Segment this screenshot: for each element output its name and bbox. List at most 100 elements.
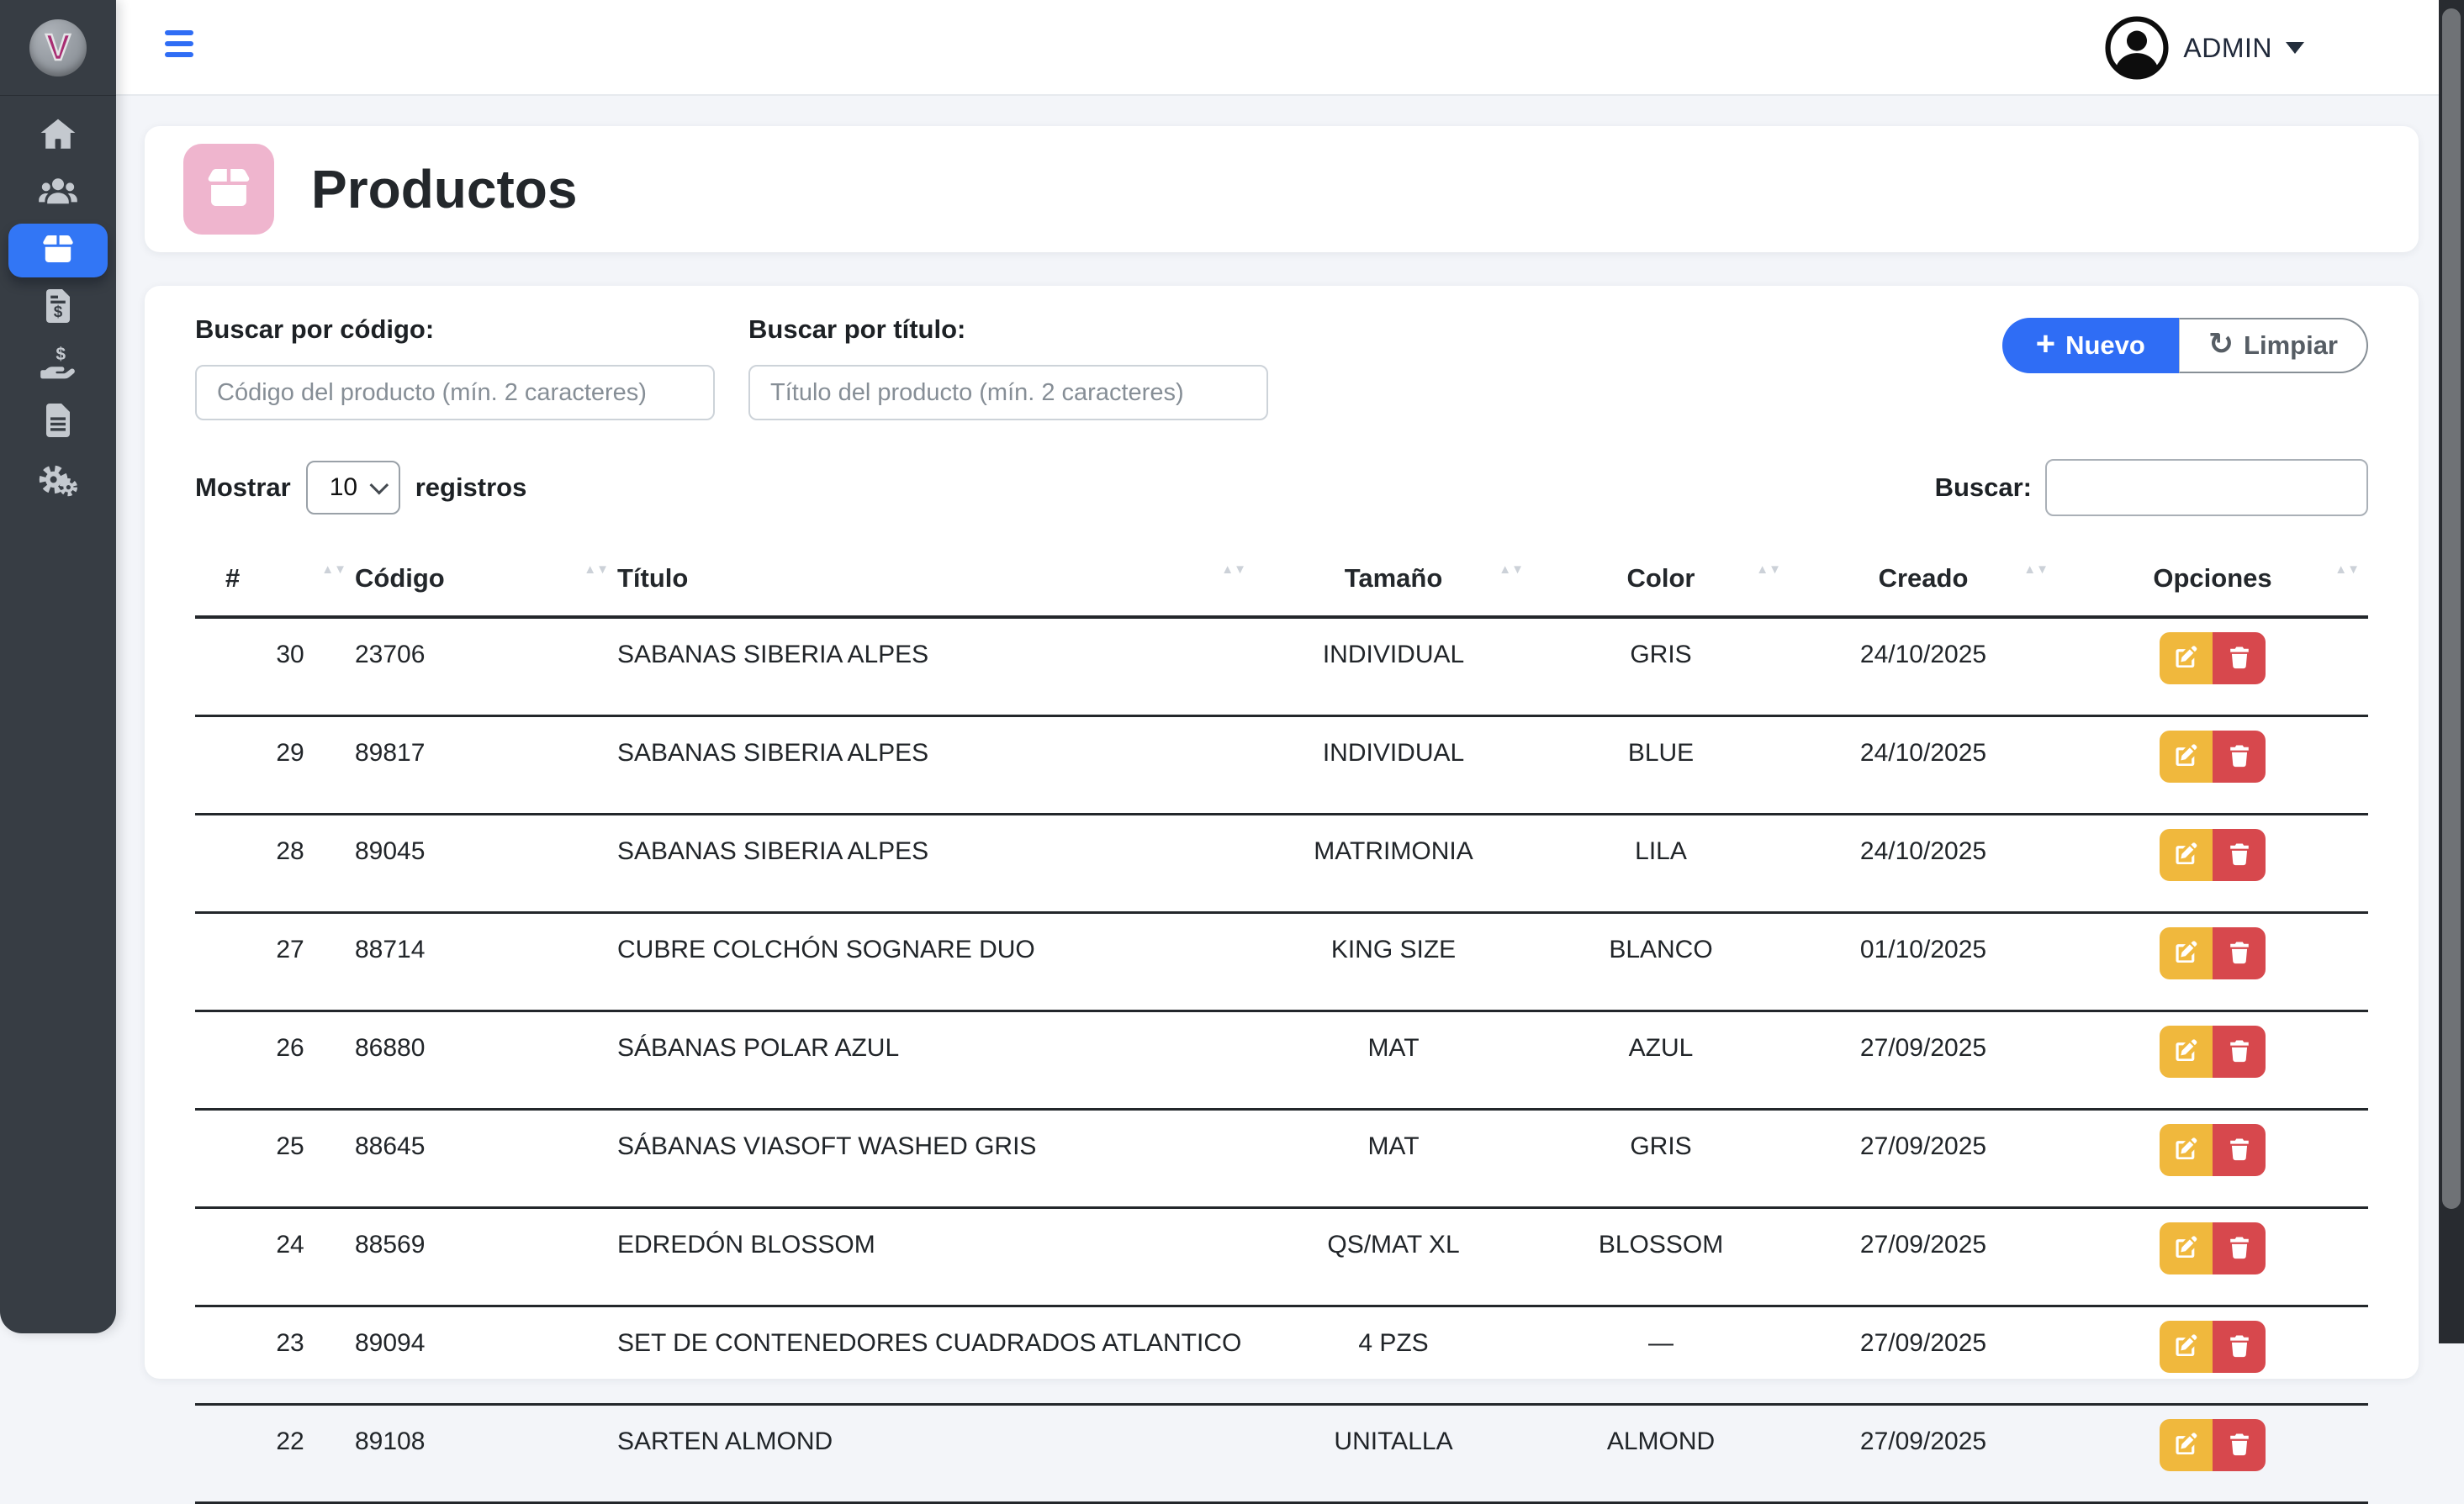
- sort-icon[interactable]: ▲▼: [1499, 565, 1524, 575]
- edit-button[interactable]: [2160, 1026, 2213, 1078]
- cell-color: GRIS: [1532, 617, 1790, 716]
- title-filter-input[interactable]: [748, 365, 1268, 420]
- edit-button[interactable]: [2160, 1419, 2213, 1471]
- code-filter: Buscar por código:: [195, 314, 715, 420]
- sort-icon[interactable]: ▲▼: [1756, 565, 1781, 575]
- delete-button[interactable]: [2213, 1419, 2266, 1471]
- svg-text:$: $: [56, 345, 66, 364]
- cell-code: 89094: [355, 1306, 617, 1405]
- trash-icon: [2226, 1037, 2253, 1067]
- sort-icon[interactable]: ▲▼: [2334, 565, 2360, 575]
- sidebar-item-documents[interactable]: [8, 395, 108, 449]
- cell-code: 89045: [355, 815, 617, 913]
- home-icon: [38, 114, 78, 159]
- delete-button[interactable]: [2213, 632, 2266, 684]
- sidebar-item-sales[interactable]: $: [8, 338, 108, 392]
- title-filter-label: Buscar por título:: [748, 314, 1268, 345]
- trash-icon: [2226, 1136, 2253, 1165]
- edit-button[interactable]: [2160, 829, 2213, 881]
- edit-button[interactable]: [2160, 927, 2213, 979]
- cell-options: [2057, 1110, 2368, 1208]
- sort-icon[interactable]: ▲▼: [1221, 565, 1246, 575]
- svg-text:$: $: [54, 303, 63, 320]
- show-label: Mostrar: [195, 472, 291, 503]
- edit-icon: [2173, 1136, 2200, 1165]
- list-controls: Mostrar 10 registros Buscar:: [195, 459, 2368, 516]
- user-name: ADMIN: [2183, 33, 2272, 64]
- hamburger-menu-icon[interactable]: [165, 30, 193, 57]
- products-table: #▲▼ Código▲▼ Título▲▼ Tamaño▲▼ Color▲▼ C…: [195, 548, 2368, 1504]
- page-scrollbar[interactable]: [2439, 0, 2464, 1343]
- edit-button[interactable]: [2160, 632, 2213, 684]
- sidebar-item-products[interactable]: [8, 224, 108, 277]
- delete-button[interactable]: [2213, 927, 2266, 979]
- cell-created: 27/09/2025: [1790, 1110, 2057, 1208]
- logo-letter: V: [45, 29, 70, 66]
- cell-num: 22: [195, 1405, 355, 1503]
- user-menu[interactable]: ADMIN: [2104, 0, 2304, 96]
- sidebar-item-home[interactable]: [8, 109, 108, 163]
- table-row: 24 88569 EDREDÓN BLOSSOM QS/MAT XL BLOSS…: [195, 1208, 2368, 1306]
- cell-title: SÁBANAS POLAR AZUL: [617, 1011, 1255, 1110]
- col-header-color[interactable]: Color▲▼: [1532, 548, 1790, 617]
- col-header-num[interactable]: #▲▼: [195, 548, 355, 617]
- table-search-input[interactable]: [2045, 459, 2368, 516]
- cell-num: 24: [195, 1208, 355, 1306]
- clear-filters-button[interactable]: ↻ Limpiar: [2179, 318, 2368, 373]
- users-icon: [38, 172, 78, 216]
- invoice-dollar-icon: $: [38, 286, 78, 330]
- cell-options: [2057, 1208, 2368, 1306]
- cell-options: [2057, 716, 2368, 815]
- sidebar-nav: $ $: [0, 96, 116, 509]
- edit-icon: [2173, 1234, 2200, 1264]
- cell-color: BLANCO: [1532, 913, 1790, 1011]
- user-avatar-icon: [2104, 15, 2170, 81]
- cell-options: [2057, 1405, 2368, 1503]
- edit-button[interactable]: [2160, 731, 2213, 783]
- edit-button[interactable]: [2160, 1124, 2213, 1176]
- page-size-value: 10: [330, 473, 357, 502]
- delete-button[interactable]: [2213, 829, 2266, 881]
- delete-button[interactable]: [2213, 1026, 2266, 1078]
- cell-color: BLOSSOM: [1532, 1208, 1790, 1306]
- col-header-options[interactable]: Opciones▲▼: [2057, 548, 2368, 617]
- app-logo[interactable]: V: [0, 0, 116, 96]
- cell-title: SARTEN ALMOND: [617, 1405, 1255, 1503]
- cell-size: UNITALLA: [1255, 1405, 1532, 1503]
- edit-icon: [2173, 1332, 2200, 1362]
- sidebar-item-invoices[interactable]: $: [8, 281, 108, 335]
- table-search: Buscar:: [1935, 459, 2368, 516]
- cell-num: 30: [195, 617, 355, 716]
- delete-button[interactable]: [2213, 1124, 2266, 1176]
- sort-icon[interactable]: ▲▼: [2023, 565, 2049, 575]
- page-header-card: Productos: [145, 126, 2419, 252]
- sort-icon[interactable]: ▲▼: [321, 565, 346, 575]
- edit-button[interactable]: [2160, 1222, 2213, 1274]
- edit-button[interactable]: [2160, 1321, 2213, 1373]
- cell-color: GRIS: [1532, 1110, 1790, 1208]
- chevron-down-icon: [2286, 42, 2304, 54]
- cell-created: 01/10/2025: [1790, 913, 2057, 1011]
- delete-button[interactable]: [2213, 1321, 2266, 1373]
- col-header-size[interactable]: Tamaño▲▼: [1255, 548, 1532, 617]
- delete-button[interactable]: [2213, 731, 2266, 783]
- table-row: 22 89108 SARTEN ALMOND UNITALLA ALMOND 2…: [195, 1405, 2368, 1503]
- delete-button[interactable]: [2213, 1222, 2266, 1274]
- sidebar-item-users[interactable]: [8, 166, 108, 220]
- code-filter-input[interactable]: [195, 365, 715, 420]
- col-header-code[interactable]: Código▲▼: [355, 548, 617, 617]
- table-row: 28 89045 SABANAS SIBERIA ALPES MATRIMONI…: [195, 815, 2368, 913]
- edit-icon: [2173, 742, 2200, 772]
- col-header-created[interactable]: Creado▲▼: [1790, 548, 2057, 617]
- col-header-title[interactable]: Título▲▼: [617, 548, 1255, 617]
- new-product-button[interactable]: + Nuevo: [2002, 318, 2179, 373]
- page-size-select[interactable]: 10: [306, 461, 400, 515]
- sidebar-item-settings[interactable]: [8, 452, 108, 506]
- cell-title: SET DE CONTENEDORES CUADRADOS ATLANTICO: [617, 1306, 1255, 1405]
- scrollbar-thumb[interactable]: [2442, 8, 2461, 1209]
- cell-color: LILA: [1532, 815, 1790, 913]
- hand-holding-dollar-icon: $: [38, 343, 78, 388]
- cell-num: 29: [195, 716, 355, 815]
- sort-icon[interactable]: ▲▼: [584, 565, 609, 575]
- cell-num: 28: [195, 815, 355, 913]
